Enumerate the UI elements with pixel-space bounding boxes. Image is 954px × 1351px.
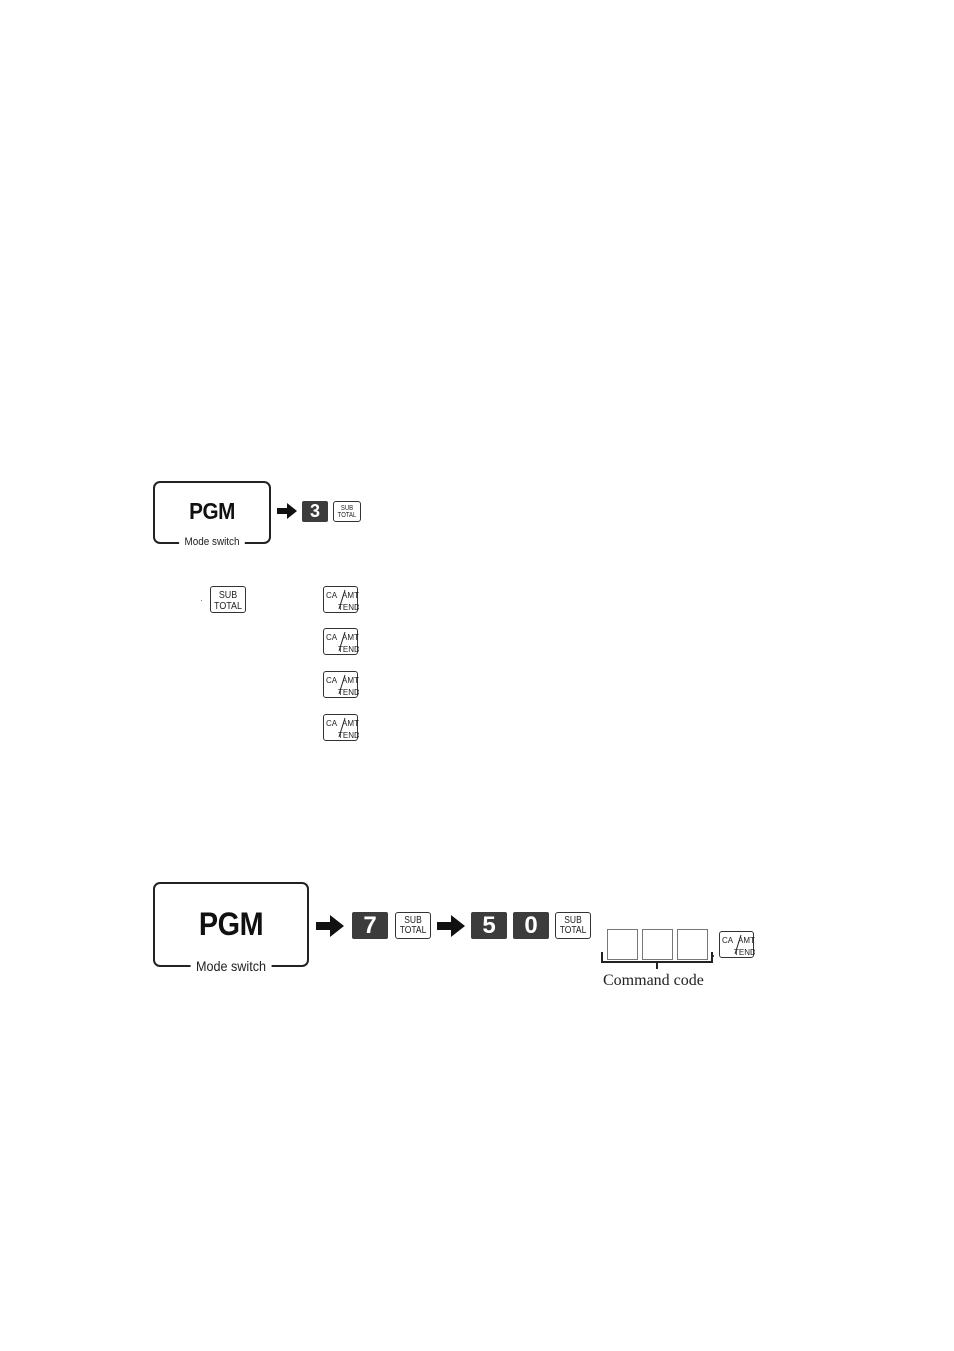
key-7: 7 <box>352 912 388 939</box>
command-code-bracket <box>601 952 713 969</box>
ca-amt-tend-key: CA AMT TEND <box>323 714 359 741</box>
ca-amt-tend-glyph: CA AMT TEND <box>326 717 359 740</box>
key-0: 0 <box>513 912 549 939</box>
svg-text:CA: CA <box>326 719 338 728</box>
ca-amt-tend-glyph: CA AMT TEND <box>326 631 359 654</box>
subtotal-key: SUB TOTAL <box>333 501 361 522</box>
key-5: 5 <box>471 912 507 939</box>
subtotal-key: SUB TOTAL <box>395 912 431 939</box>
subtotal-key-line2: TOTAL <box>399 925 427 936</box>
svg-text:AMT: AMT <box>342 719 359 728</box>
svg-text:CA: CA <box>326 591 338 600</box>
ca-amt-tend-glyph: CA AMT TEND <box>326 589 359 612</box>
subtotal-key: SUB TOTAL <box>555 912 591 939</box>
subtotal-key-line2: TOTAL <box>559 925 587 936</box>
command-code-label: Command code <box>603 972 704 989</box>
subtotal-key-line1: SUB <box>340 505 354 512</box>
svg-text:AMT: AMT <box>738 936 755 945</box>
svg-text:TEND: TEND <box>734 948 755 957</box>
svg-text:CA: CA <box>722 936 734 945</box>
svg-text:TEND: TEND <box>338 731 359 740</box>
arrow-right-icon <box>277 503 297 519</box>
mode-switch-caption: Mode switch <box>190 958 272 974</box>
mode-switch-caption: Mode switch <box>179 536 245 548</box>
subtotal-key: SUB TOTAL <box>210 586 246 613</box>
subtotal-key-line2: TOTAL <box>337 512 357 519</box>
svg-text:CA: CA <box>326 633 338 642</box>
mode-switch-pgm: PGM Mode switch <box>153 882 309 974</box>
subtotal-key-line2: TOTAL <box>214 599 242 612</box>
arrow-right-icon <box>437 915 465 937</box>
svg-text:TEND: TEND <box>338 688 359 697</box>
svg-text:AMT: AMT <box>342 676 359 685</box>
svg-text:AMT: AMT <box>342 591 359 600</box>
mode-switch-pgm: PGM Mode switch <box>153 481 271 548</box>
key-3: 3 <box>302 501 328 522</box>
ca-amt-tend-key: CA AMT TEND <box>323 586 359 613</box>
mode-switch-label: PGM <box>189 498 235 524</box>
ca-amt-tend-glyph: CA AMT TEND <box>722 934 755 957</box>
ca-amt-tend-glyph: CA AMT TEND <box>326 674 359 697</box>
svg-text:CA: CA <box>326 676 338 685</box>
ca-amt-tend-key: CA AMT TEND <box>719 931 755 958</box>
svg-text:AMT: AMT <box>342 633 359 642</box>
arrow-right-icon <box>316 915 344 937</box>
svg-text:TEND: TEND <box>338 603 359 612</box>
bullet-dot <box>201 600 202 601</box>
mode-switch-label: PGM <box>198 906 264 942</box>
ca-amt-tend-key: CA AMT TEND <box>323 628 359 655</box>
ca-amt-tend-key: CA AMT TEND <box>323 671 359 698</box>
svg-text:TEND: TEND <box>338 645 359 654</box>
